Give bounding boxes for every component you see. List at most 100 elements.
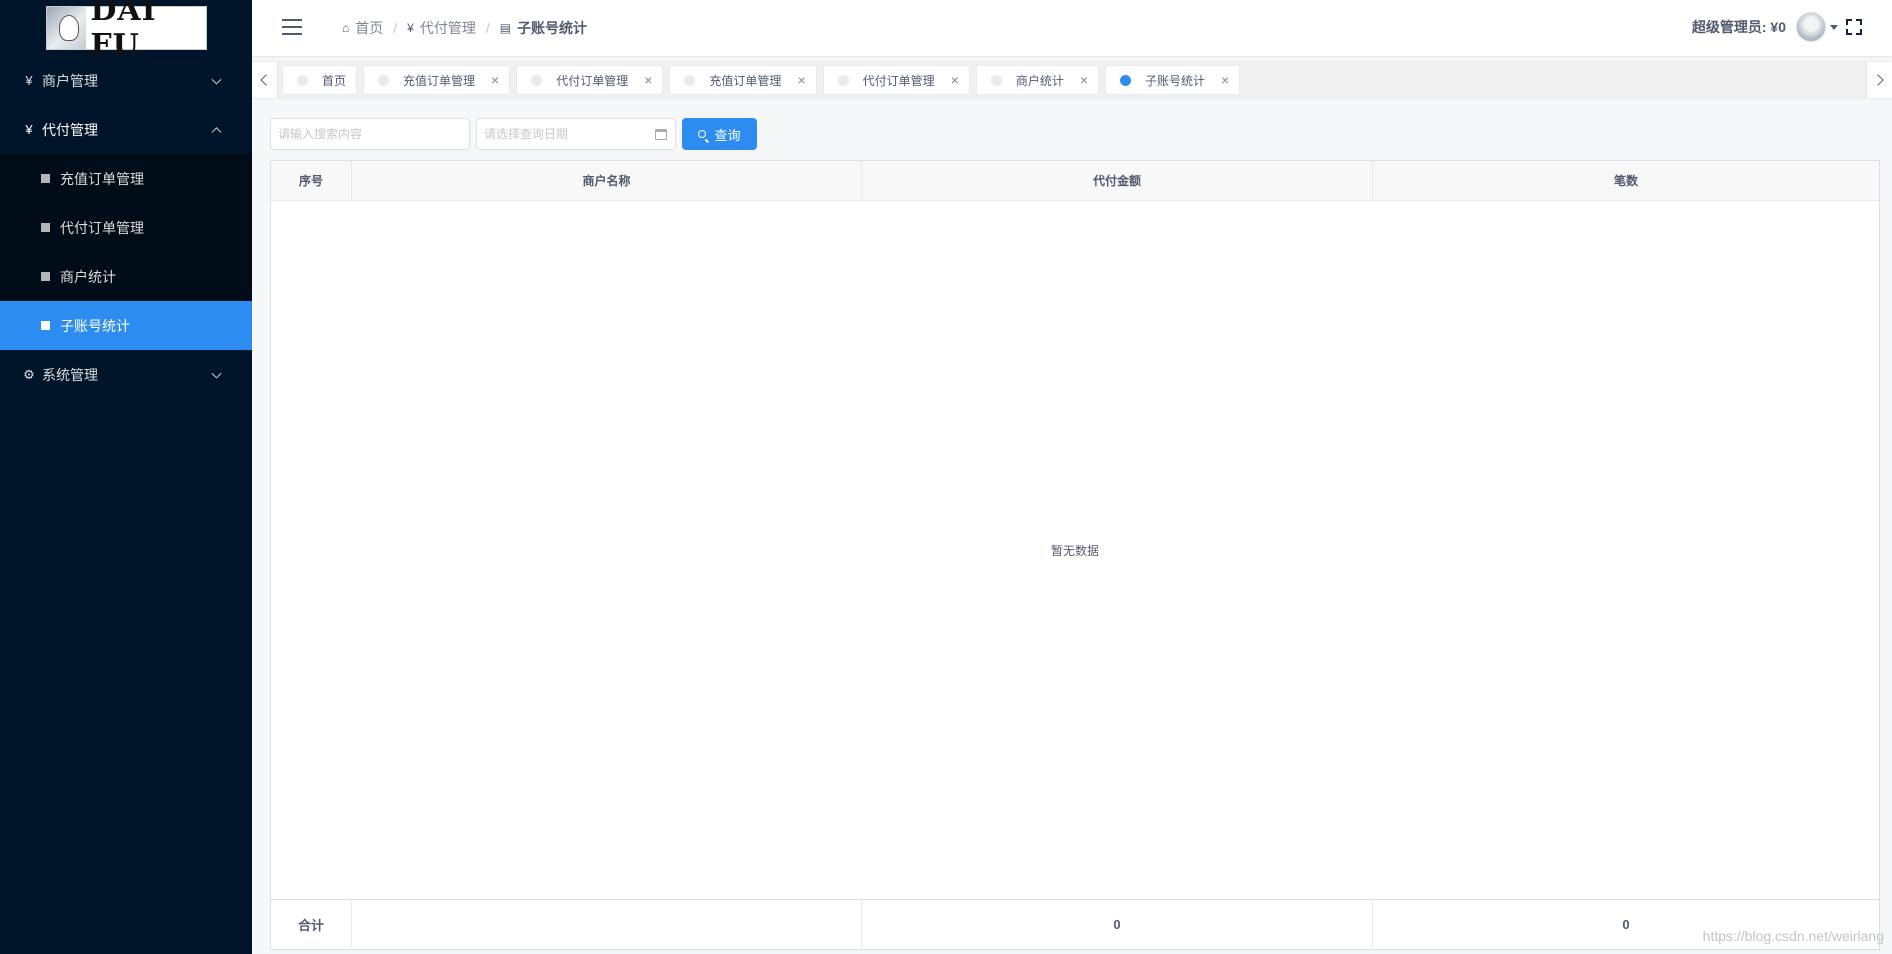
tab-home[interactable]: 首页 — [282, 65, 358, 95]
search-icon — [698, 130, 707, 138]
chevron-right-icon — [1872, 74, 1884, 86]
list-icon — [41, 321, 50, 330]
tab-label: 代付订单管理 — [862, 73, 935, 88]
logo[interactable]: DAI FU — [45, 0, 207, 63]
list-icon — [41, 174, 50, 183]
close-icon[interactable]: × — [491, 72, 499, 88]
tab-label: 充值订单管理 — [403, 73, 476, 88]
filter-toolbar: 请输入搜索内容 请选择查询日期 查询 — [270, 118, 757, 150]
sidebar-item-recharge-orders[interactable]: 充值订单管理 — [0, 154, 252, 203]
tab-status-dot — [297, 74, 308, 86]
tab-label: 代付订单管理 — [556, 73, 629, 88]
tabs-scroll-left-button[interactable] — [252, 62, 278, 98]
chevron-left-icon — [260, 74, 272, 86]
logo-image — [46, 7, 87, 49]
query-button-label: 查询 — [714, 127, 741, 143]
tab-bar: 首页 充值订单管理 × 代付订单管理 × 充值订单管理 × 代付订单管理 × 商… — [252, 61, 1892, 99]
close-icon[interactable]: × — [644, 72, 652, 88]
chevron-up-icon — [211, 126, 222, 137]
breadcrumb-separator: / — [393, 20, 398, 36]
tab-label: 子账号统计 — [1145, 73, 1206, 88]
sidebar-item-label: 系统管理 — [42, 366, 98, 383]
table-body: 暂无数据 — [271, 201, 1879, 899]
home-icon: ⌂ — [342, 21, 350, 35]
chevron-down-icon — [211, 74, 222, 85]
summary-label: 合计 — [271, 900, 352, 948]
summary-merchant-name — [352, 900, 862, 948]
sidebar-item-label: 代付管理 — [42, 121, 98, 138]
tab-recharge-orders-2[interactable]: 充值订单管理 × — [669, 65, 817, 95]
calendar-icon — [655, 129, 667, 140]
user-area: 超级管理员: ¥0 — [1692, 12, 1862, 42]
tab-status-dot — [684, 74, 696, 86]
sidebar-item-label: 充值订单管理 — [60, 170, 144, 187]
chevron-down-icon — [211, 368, 222, 379]
list-icon — [41, 272, 50, 281]
sidebar-item-payout-orders[interactable]: 代付订单管理 — [0, 203, 252, 252]
tab-recharge-orders[interactable]: 充值订单管理 × — [363, 65, 511, 95]
column-header-merchant-name[interactable]: 商户名称 — [352, 161, 862, 200]
yen-icon: ¥ — [25, 122, 33, 137]
yen-icon: ¥ — [407, 21, 414, 35]
logo-text: DAI FU — [90, 0, 157, 63]
column-header-count[interactable]: 笔数 — [1373, 161, 1879, 200]
user-label: 超级管理员: ¥0 — [1691, 19, 1786, 35]
sidebar-item-label: 代付订单管理 — [60, 219, 144, 236]
sidebar-item-label: 商户管理 — [42, 72, 98, 89]
yen-icon: ¥ — [25, 73, 33, 88]
list-icon — [41, 223, 50, 232]
sidebar-item-merchant-stats[interactable]: 商户统计 — [0, 252, 252, 301]
breadcrumb-item-payout[interactable]: 代付管理 — [420, 18, 476, 38]
sidebar-item-system[interactable]: ⚙ 系统管理 — [0, 350, 252, 399]
sidebar-item-subaccount-stats[interactable]: 子账号统计 — [0, 301, 252, 350]
tab-subaccount-stats[interactable]: 子账号统计 × — [1105, 65, 1241, 95]
sidebar-item-merchant[interactable]: ¥ 商户管理 — [0, 56, 252, 105]
avatar[interactable] — [1796, 12, 1826, 42]
caret-down-icon[interactable] — [1830, 24, 1838, 30]
sidebar-item-label: 商户统计 — [60, 268, 116, 285]
menu-toggle-icon[interactable] — [282, 19, 302, 35]
tab-label: 首页 — [322, 73, 347, 88]
gear-icon: ⚙ — [23, 366, 35, 382]
watermark: https://blog.csdn.net/weirlang — [1702, 928, 1884, 944]
tab-merchant-stats[interactable]: 商户统计 × — [975, 65, 1100, 95]
tab-status-dot — [531, 74, 543, 86]
table-header: 序号 商户名称 代付金额 笔数 — [271, 161, 1879, 201]
tabs: 首页 充值订单管理 × 代付订单管理 × 充值订单管理 × 代付订单管理 × 商… — [282, 65, 1246, 95]
empty-state-text: 暂无数据 — [1050, 543, 1099, 558]
column-header-payout-amount[interactable]: 代付金额 — [862, 161, 1373, 200]
stats-table: 序号 商户名称 代付金额 笔数 暂无数据 合计 0 0 — [270, 160, 1880, 950]
tab-status-dot — [378, 74, 390, 86]
query-button[interactable]: 查询 — [682, 118, 757, 150]
tab-status-dot — [1120, 74, 1132, 86]
sidebar: DAI FU ¥ 商户管理 ¥ 代付管理 充值订单管理 代付订单管理 商户统计 … — [0, 0, 252, 954]
submenu-payout: 充值订单管理 代付订单管理 商户统计 子账号统计 — [0, 154, 252, 350]
tab-status-dot — [990, 74, 1002, 86]
column-header-index[interactable]: 序号 — [271, 161, 352, 200]
summary-payout-amount: 0 — [862, 900, 1373, 948]
tab-payout-orders[interactable]: 代付订单管理 × — [516, 65, 664, 95]
logo-area: DAI FU — [0, 0, 252, 63]
sidebar-item-label: 子账号统计 — [60, 317, 130, 334]
tab-payout-orders-2[interactable]: 代付订单管理 × — [822, 65, 970, 95]
close-icon[interactable]: × — [1080, 72, 1088, 88]
date-picker-placeholder: 请选择查询日期 — [484, 127, 569, 141]
breadcrumb-separator: / — [485, 20, 490, 36]
tabs-scroll-right-button[interactable] — [1866, 62, 1892, 98]
search-input[interactable]: 请输入搜索内容 — [270, 118, 470, 150]
breadcrumb-item-home[interactable]: 首页 — [355, 18, 383, 38]
close-icon[interactable]: × — [797, 72, 805, 88]
tab-label: 商户统计 — [1015, 73, 1064, 88]
date-picker[interactable]: 请选择查询日期 — [476, 118, 676, 150]
table-summary-row: 合计 0 0 — [271, 899, 1879, 948]
tab-status-dot — [837, 74, 849, 86]
header: ⌂ 首页 / ¥ 代付管理 / ▤ 子账号统计 超级管理员: ¥0 — [252, 0, 1892, 56]
fullscreen-icon[interactable] — [1846, 19, 1862, 35]
breadcrumb: ⌂ 首页 / ¥ 代付管理 / ▤ 子账号统计 — [342, 18, 587, 38]
sidebar-item-payout[interactable]: ¥ 代付管理 — [0, 105, 252, 154]
tab-label: 充值订单管理 — [709, 73, 782, 88]
close-icon[interactable]: × — [951, 72, 959, 88]
list-icon: ▤ — [499, 21, 512, 35]
close-icon[interactable]: × — [1221, 72, 1229, 88]
breadcrumb-item-current: 子账号统计 — [517, 20, 588, 36]
